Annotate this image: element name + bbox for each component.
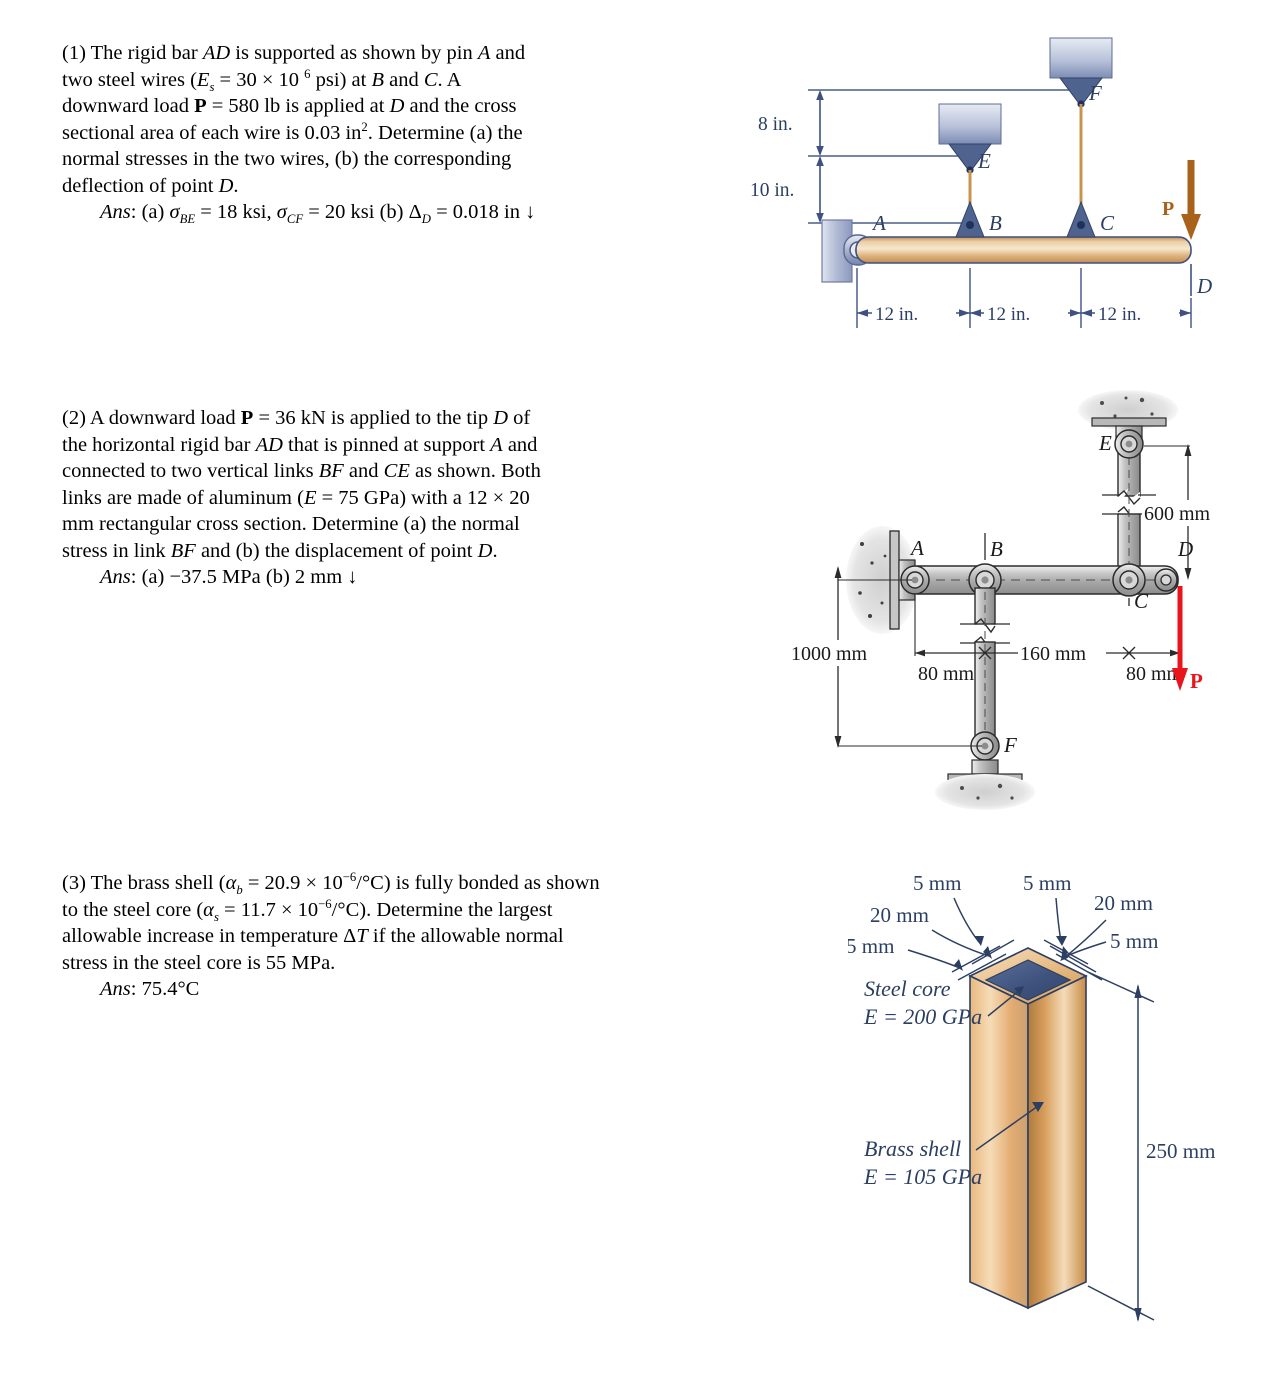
problem-3-line-1: (3) The brass shell (αb = 20.9 × 10−6/°C… <box>62 870 600 898</box>
figure-2-dim-80mm-right-label: 80 mm <box>1126 663 1183 685</box>
problem-2-text: (2) A downward load P = 36 kN is applied… <box>62 405 752 591</box>
figure-3-brass-shell-label-line2: E = 105 GPa <box>863 1164 982 1189</box>
figure-2-load-arrow-P: P <box>1172 586 1203 693</box>
figure-1-dim-12in-1: 12 in. <box>875 304 918 325</box>
figure-2-dim-600mm-label: 600 mm <box>1144 503 1211 525</box>
figure-3-brass-shell-steel-core: 5 mm 20 mm 5 mm 5 mm 20 mm 5 mm Steel co… <box>848 868 1258 1388</box>
figure-3-dim-250mm: 250 mm <box>1087 971 1244 1322</box>
problem-3-block: (3) The brass shell (αb = 20.9 × 10−6/°C… <box>62 870 822 1003</box>
figure-3-brass-shell-label-line1: Brass shell <box>864 1136 961 1161</box>
figure-1-dim-8in: 8 in. <box>758 90 824 156</box>
problem-1-line-4: sectional area of each wire is 0.03 in2.… <box>62 119 523 144</box>
figure-3-brass-prism <box>968 947 1088 1310</box>
problem-1-line-1: (1) The rigid bar AD is supported as sho… <box>62 42 526 64</box>
problem-1-block: (1) The rigid bar AD is supported as sho… <box>62 40 752 226</box>
figure-1-joint-B: B <box>955 200 1002 238</box>
problem-1-line-3: downward load P = 580 lb is applied at D… <box>62 95 517 117</box>
figure-3-callout-20mm-right: 20 mm <box>1094 891 1153 915</box>
figure-1-joint-C: C <box>1066 200 1115 238</box>
figure-1-label-D: D <box>1196 274 1212 298</box>
problem-1-text: (1) The rigid bar AD is supported as sho… <box>62 40 752 226</box>
figure-2-dim-1000mm-label: 1000 mm <box>791 643 868 665</box>
problem-3-line-4: stress in the steel core is 55 MPa. <box>62 951 336 974</box>
figure-3-dim-250mm-label: 250 mm <box>1146 1139 1215 1163</box>
figure-2-load-label-P: P <box>1190 669 1203 693</box>
figure-1-label-B: B <box>989 211 1002 235</box>
problem-2-line-3: connected to two vertical links BF and C… <box>62 460 541 482</box>
figure-2-dim-80mm-left-label: 80 mm <box>918 663 975 685</box>
figure-1-anchor-E: E <box>938 103 1002 174</box>
figure-3-callout-5mm-top-right: 5 mm <box>1023 871 1071 895</box>
figure-3-steel-core-label-line2: E = 200 GPa <box>863 1004 982 1029</box>
figure-2-dim-160mm-label: 160 mm <box>1020 643 1087 665</box>
problem-2-block: (2) A downward load P = 36 kN is applied… <box>62 405 752 591</box>
problem-1-line-2: two steel wires (Es = 30 × 10 6 psi) at … <box>62 66 462 94</box>
problem-1-line-6: deflection of point D. <box>62 174 239 197</box>
figure-1-label-D-group: D <box>1190 264 1212 298</box>
figure-2-links-BF-CE: E A B C D F 1000 mm 600 mm 160 mm 80 mm … <box>790 388 1240 818</box>
problem-3-text: (3) The brass shell (αb = 20.9 × 10−6/°C… <box>62 870 822 1003</box>
figure-1-dim-12in-3: 12 in. <box>1098 304 1141 325</box>
document-page: (1) The rigid bar AD is supported as sho… <box>0 0 1276 1390</box>
problem-2-line-6: stress in link BF and (b) the displaceme… <box>62 539 498 562</box>
figure-2-label-B: B <box>990 537 1003 561</box>
figure-1-anchor-F: F <box>1049 37 1113 108</box>
figure-2-label-E: E <box>1098 431 1112 455</box>
figure-1-rigid-bar-wires: 8 in. 10 in. F E B C A D P 12 in. 12 in.… <box>748 28 1248 348</box>
figure-1-rigid-bar <box>855 236 1192 264</box>
figure-2-label-D: D <box>1177 537 1193 561</box>
figure-1-load-label-P: P <box>1162 198 1174 220</box>
figure-1-label-F: F <box>1088 81 1102 105</box>
problem-2-answer: Ans: (a) −37.5 MPa (b) 2 mm ↓ <box>100 566 358 588</box>
figure-1-label-E: E <box>977 149 991 173</box>
figure-1-load-arrow-P: P <box>1162 160 1201 240</box>
figure-3-callout-20mm-left: 20 mm <box>870 903 929 927</box>
figure-1-dim-chain: 12 in. 12 in. 12 in. <box>857 300 1191 325</box>
figure-1-label-A: A <box>871 211 886 235</box>
problem-2-line-5: mm rectangular cross section. Determine … <box>62 513 520 535</box>
figure-3-callout-5mm-left: 5 mm <box>848 934 894 958</box>
problem-1-answer: Ans: (a) σBE = 18 ksi, σCF = 20 ksi (b) … <box>100 201 536 227</box>
figure-3-callout-5mm-top-left: 5 mm <box>913 871 961 895</box>
figure-1-dim-8in-label: 8 in. <box>758 114 793 135</box>
problem-2-line-2: the horizontal rigid bar AD that is pinn… <box>62 433 538 456</box>
figure-1-dim-12in-2: 12 in. <box>987 304 1030 325</box>
problem-2-line-1: (2) A downward load P = 36 kN is applied… <box>62 407 531 429</box>
figure-3-steel-core-label-line1: Steel core <box>864 976 951 1001</box>
figure-2-label-C: C <box>1134 589 1149 613</box>
figure-1-dim-10in: 10 in. <box>750 156 824 223</box>
figure-2-label-F: F <box>1003 733 1017 757</box>
figure-1-dim-10in-label: 10 in. <box>750 180 794 201</box>
figure-2-bottom-anchor <box>935 759 1035 810</box>
problem-3-answer: Ans: 75.4°C <box>100 978 200 1000</box>
figure-2-label-A: A <box>909 536 924 560</box>
figure-2-pin-B: B <box>968 533 1003 597</box>
problem-2-line-4: links are made of aluminum (E = 75 GPa) … <box>62 486 530 509</box>
figure-1-label-C: C <box>1100 211 1115 235</box>
problem-3-line-2: to the steel core (αs = 11.7 × 10−6/°C).… <box>62 896 553 924</box>
figure-3-callout-5mm-right: 5 mm <box>1110 929 1158 953</box>
problem-1-line-5: normal stresses in the two wires, (b) th… <box>62 148 512 170</box>
problem-3-line-3: allowable increase in temperature ΔT if … <box>62 925 564 947</box>
